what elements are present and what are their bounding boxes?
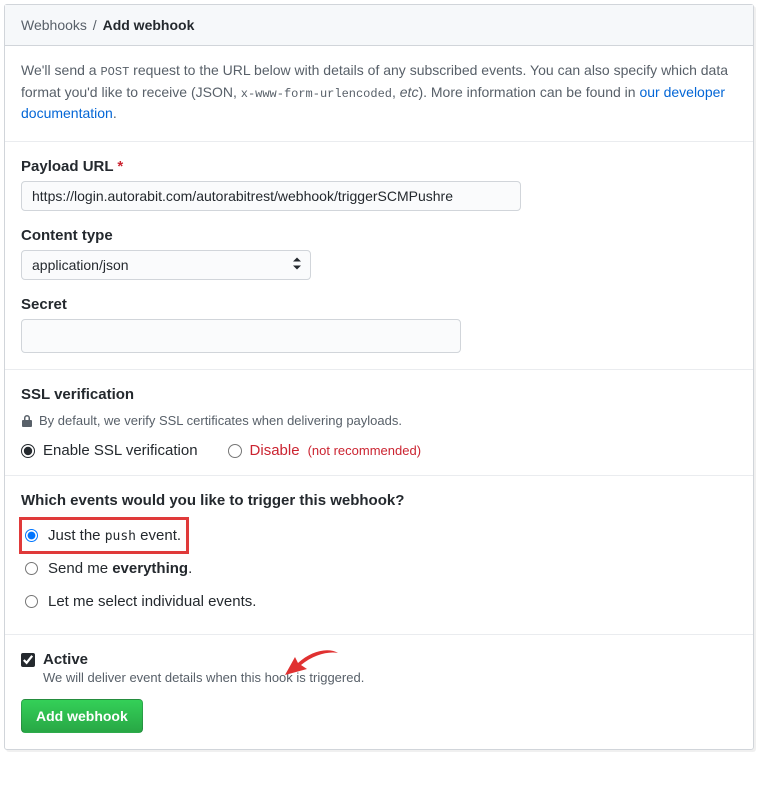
payload-url-label: Payload URL * [21, 158, 737, 175]
breadcrumb-separator: / [93, 17, 97, 33]
active-section: Active We will deliver event details whe… [5, 635, 753, 749]
ssl-disable-option[interactable]: Disable (not recommended) [228, 442, 421, 459]
event-everything-option[interactable]: Send me everything. [21, 552, 737, 585]
required-asterisk: * [117, 158, 123, 175]
post-code: POST [100, 65, 129, 79]
secret-label: Secret [21, 296, 737, 313]
ssl-disable-radio[interactable] [228, 444, 242, 458]
ssl-enable-radio[interactable] [21, 444, 35, 458]
content-type-select[interactable]: application/json [21, 250, 311, 280]
form-section-basic: Payload URL * Content type application/j… [5, 142, 753, 370]
panel-header: Webhooks / Add webhook [5, 5, 753, 46]
lock-icon [21, 414, 33, 428]
payload-url-input[interactable] [21, 181, 521, 211]
ssl-enable-option[interactable]: Enable SSL verification [21, 442, 198, 459]
webhook-panel: Webhooks / Add webhook We'll send a POST… [4, 4, 754, 750]
breadcrumb-current: Add webhook [103, 17, 195, 33]
secret-input[interactable] [21, 319, 461, 353]
content-type-label: Content type [21, 227, 737, 244]
event-push-option[interactable]: Just the push event. [21, 519, 187, 552]
event-everything-radio[interactable] [25, 562, 38, 575]
active-description: We will deliver event details when this … [43, 670, 737, 685]
event-push-radio[interactable] [25, 529, 38, 542]
event-individual-option[interactable]: Let me select individual events. [21, 585, 737, 618]
breadcrumb-parent[interactable]: Webhooks [21, 17, 87, 33]
events-heading: Which events would you like to trigger t… [21, 492, 737, 509]
ssl-section: SSL verification By default, we verify S… [5, 370, 753, 476]
intro-text: We'll send a POST request to the URL bel… [5, 46, 753, 142]
active-checkbox[interactable] [21, 653, 35, 667]
events-section: Which events would you like to trigger t… [5, 476, 753, 635]
add-webhook-button[interactable]: Add webhook [21, 699, 143, 733]
ssl-helper-text: By default, we verify SSL certificates w… [39, 413, 402, 428]
active-option[interactable]: Active [21, 651, 737, 668]
ssl-heading: SSL verification [21, 386, 737, 403]
urlencoded-code: x-www-form-urlencoded [241, 87, 392, 101]
event-individual-radio[interactable] [25, 595, 38, 608]
